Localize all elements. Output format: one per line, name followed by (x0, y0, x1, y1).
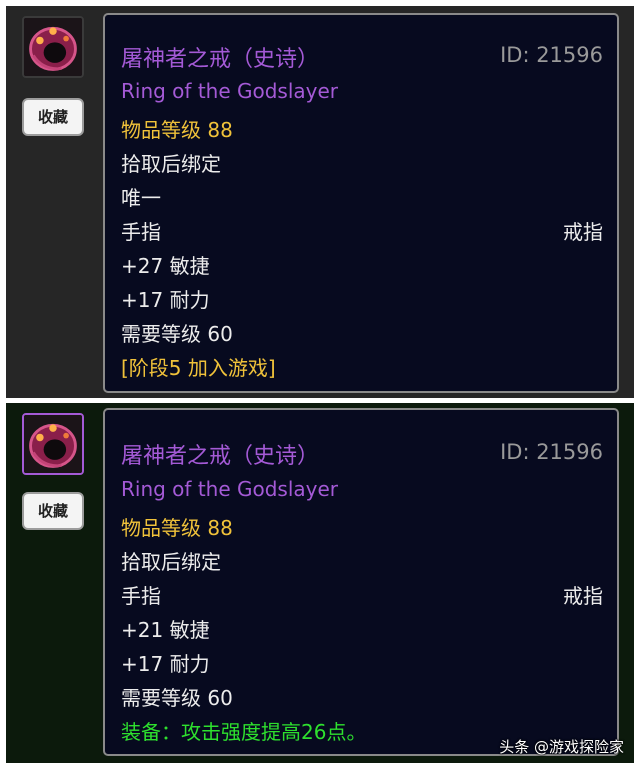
slot-text: 手指 (121, 220, 161, 244)
item-tooltip: 屠神者之戒（史诗） ID: 21596 Ring of the Godslaye… (103, 13, 619, 393)
stat-agility: +27 敏捷 (121, 254, 210, 278)
required-level: 需要等级 60 (121, 322, 233, 346)
stat-stamina: +17 耐力 (121, 288, 210, 312)
bind-text: 拾取后绑定 (121, 152, 221, 176)
item-type-text: 戒指 (563, 220, 603, 244)
item-name: 屠神者之戒（史诗） (121, 444, 320, 469)
item-type-text: 戒指 (563, 584, 603, 608)
ring-icon (24, 415, 82, 473)
equip-effect: 装备：攻击强度提高26点。 (121, 720, 367, 744)
item-level: 物品等级 88 (121, 516, 233, 540)
item-level: 物品等级 88 (121, 118, 233, 142)
item-id: ID: 21596 (500, 43, 603, 67)
item-panel-bottom: 收藏 屠神者之戒（史诗） ID: 21596 Ring of the Godsl… (6, 403, 634, 763)
favorite-button[interactable]: 收藏 (22, 98, 84, 136)
slot-text: 手指 (121, 584, 161, 608)
ring-icon (24, 18, 82, 76)
stat-stamina: +17 耐力 (121, 652, 210, 676)
bind-text: 拾取后绑定 (121, 550, 221, 574)
item-english-name: Ring of the Godslayer (121, 79, 339, 103)
item-icon-slot[interactable] (22, 413, 84, 475)
item-icon-slot[interactable] (22, 16, 84, 78)
item-id: ID: 21596 (500, 440, 603, 464)
watermark: 头条 @游戏探险家 (499, 738, 624, 756)
unique-text: 唯一 (121, 186, 161, 210)
required-level: 需要等级 60 (121, 686, 233, 710)
item-tooltip: 屠神者之戒（史诗） ID: 21596 Ring of the Godslaye… (103, 408, 619, 756)
item-english-name: Ring of the Godslayer (121, 477, 339, 501)
favorite-button[interactable]: 收藏 (22, 492, 84, 530)
item-name: 屠神者之戒（史诗） (121, 47, 320, 72)
item-panel-top: 收藏 屠神者之戒（史诗） ID: 21596 Ring of the Godsl… (6, 6, 634, 398)
phase-text: [阶段5 加入游戏] (121, 356, 276, 380)
stat-agility: +21 敏捷 (121, 618, 210, 642)
